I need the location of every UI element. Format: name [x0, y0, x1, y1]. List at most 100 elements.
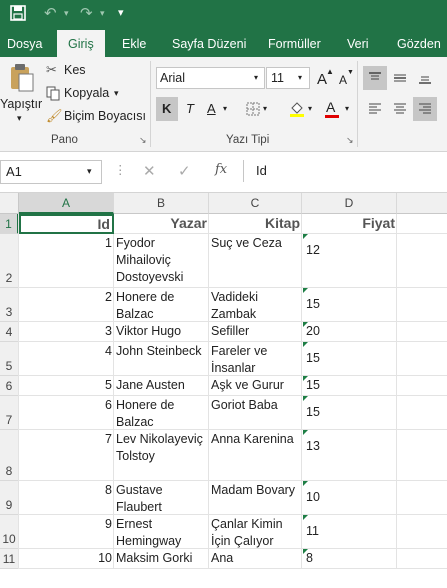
align-left-button[interactable] [363, 97, 387, 121]
redo-dropdown-icon[interactable]: ▾ [100, 8, 105, 19]
tab-veri[interactable]: Veri [347, 30, 369, 57]
header-cell-id[interactable]: Id [19, 214, 114, 234]
cell-yazar[interactable]: Jane Austen [116, 377, 185, 394]
cell-fiyat[interactable]: 15 [306, 377, 320, 394]
cell-yazar[interactable]: Tolstoy [116, 448, 155, 465]
align-right-button[interactable] [413, 97, 437, 121]
column-header-d[interactable]: D [302, 193, 397, 214]
header-cell-kitap[interactable]: Kitap [209, 215, 300, 232]
row-header[interactable]: 11 [0, 549, 19, 569]
tab-sayfa-duzeni[interactable]: Sayfa Düzeni [172, 30, 246, 57]
cell-kitap[interactable]: Zambak [211, 306, 256, 323]
cell-kitap[interactable]: Madam Bovary [211, 482, 295, 499]
font-name-select[interactable]: Arial ▾ [156, 67, 265, 89]
bold-button[interactable]: K [156, 97, 178, 121]
row-header[interactable]: 6 [0, 376, 19, 396]
cell-fiyat[interactable]: 10 [306, 489, 320, 506]
name-box[interactable]: A1 ▾ [0, 160, 102, 184]
cell-kitap[interactable]: Aşk ve Gurur [211, 377, 284, 394]
cell-yazar[interactable]: Ernest [116, 516, 152, 533]
cell-yazar[interactable]: Balzac [116, 306, 154, 323]
cell-fiyat[interactable]: 8 [306, 550, 313, 567]
column-header-e[interactable] [397, 193, 447, 214]
cell-yazar[interactable]: Lev Nikolayeviç [116, 431, 203, 448]
cell-kitap[interactable]: İçin Çalıyor [211, 533, 274, 550]
cell-id[interactable]: 2 [19, 289, 112, 306]
row-header[interactable]: 10 [0, 515, 19, 549]
row-header[interactable]: 4 [0, 322, 19, 342]
cell-yazar[interactable]: Gustave [116, 482, 163, 499]
cell-fiyat[interactable]: 15 [306, 350, 320, 367]
row-header[interactable]: 9 [0, 481, 19, 515]
insert-function-icon[interactable]: fx [215, 162, 227, 177]
cell-yazar[interactable]: Honere de [116, 289, 174, 306]
cell-id[interactable]: 7 [19, 431, 112, 448]
redo-icon[interactable]: ↷ [80, 4, 93, 22]
format-painter-button[interactable]: 🖌 Biçim Boyacısı [46, 108, 146, 126]
align-middle-button[interactable] [388, 66, 412, 90]
cell-id[interactable]: 4 [19, 343, 112, 360]
copy-dropdown-icon[interactable]: ▾ [114, 88, 119, 99]
tab-ekle[interactable]: Ekle [122, 30, 146, 57]
cell-yazar[interactable]: Hemingway [116, 533, 181, 550]
cell-id[interactable]: 8 [19, 482, 112, 499]
header-cell-yazar[interactable]: Yazar [114, 215, 207, 232]
cell-yazar[interactable]: John Steinbeck [116, 343, 201, 360]
row-header[interactable]: 1 [0, 214, 19, 234]
worksheet-grid[interactable]: A B C D 1 2 3 4 5 6 7 8 9 10 11 Id Yazar Kitap Fiyat 1 F… [0, 193, 447, 588]
column-header-b[interactable]: B [114, 193, 209, 214]
tab-giris[interactable]: Giriş [57, 30, 105, 57]
cell-fiyat[interactable]: 20 [306, 323, 320, 340]
cell-yazar[interactable]: Viktor Hugo [116, 323, 181, 340]
formula-input[interactable]: Id [243, 160, 447, 182]
paste-button[interactable]: Yapıştır ▾ [0, 61, 42, 127]
row-header[interactable]: 7 [0, 396, 19, 430]
save-icon[interactable] [10, 5, 26, 25]
cell-kitap[interactable]: Anna Karenina [211, 431, 294, 448]
cell-kitap[interactable]: Sefiller [211, 323, 249, 340]
cell-id[interactable]: 5 [19, 377, 112, 394]
tab-dosya[interactable]: Dosya [7, 30, 42, 57]
cell-fiyat[interactable]: 12 [306, 242, 320, 259]
cell-id[interactable]: 1 [19, 235, 112, 252]
column-header-a[interactable]: A [19, 193, 114, 214]
row-header[interactable]: 8 [0, 430, 19, 481]
cell-id[interactable]: 9 [19, 516, 112, 533]
cell-kitap[interactable]: Goriot Baba [211, 397, 278, 414]
cell-yazar[interactable]: Mihailoviç [116, 252, 171, 269]
select-all-corner[interactable] [0, 193, 19, 214]
cell-kitap[interactable]: Ana [211, 550, 233, 567]
cell-id[interactable]: 3 [19, 323, 112, 340]
align-top-button[interactable] [363, 66, 387, 90]
row-header[interactable]: 2 [0, 234, 19, 288]
enter-icon[interactable]: ✓ [178, 162, 191, 180]
column-header-c[interactable]: C [209, 193, 302, 214]
cell-fiyat[interactable]: 11 [306, 523, 319, 540]
cell-kitap[interactable]: Vadideki [211, 289, 258, 306]
clipboard-launcher-icon[interactable]: ↘ [139, 135, 147, 146]
cell-fiyat[interactable]: 15 [306, 404, 320, 421]
italic-button[interactable]: T [180, 97, 202, 121]
copy-button[interactable]: Kopyala ▾ [46, 85, 126, 103]
align-bottom-button[interactable] [413, 66, 437, 90]
font-launcher-icon[interactable]: ↘ [346, 135, 354, 146]
cell-yazar[interactable]: Honere de [116, 397, 174, 414]
header-cell-fiyat[interactable]: Fiyat [302, 215, 395, 232]
cell-kitap[interactable]: İnsanlar [211, 360, 255, 377]
shrink-font-button[interactable]: A ▼ [336, 68, 356, 90]
row-header[interactable]: 5 [0, 342, 19, 376]
undo-icon[interactable]: ↶ [44, 4, 57, 22]
cut-button[interactable]: ✂ Kes [46, 62, 96, 80]
align-center-button[interactable] [388, 97, 412, 121]
font-color-button[interactable]: A ▾ [322, 97, 356, 121]
grow-font-button[interactable]: A ▲ [314, 67, 334, 90]
borders-button[interactable]: ▾ [242, 97, 274, 121]
cancel-icon[interactable]: ✕ [143, 162, 156, 180]
cell-yazar[interactable]: Fyodor [116, 235, 155, 252]
customize-qat-icon[interactable]: ▾ [118, 6, 124, 19]
cell-fiyat[interactable]: 15 [306, 296, 320, 313]
tab-formuller[interactable]: Formüller [268, 30, 321, 57]
fill-color-button[interactable]: ▾ [285, 97, 319, 121]
cell-yazar[interactable]: Maksim Gorki [116, 550, 192, 567]
paste-dropdown-icon[interactable]: ▾ [17, 113, 22, 124]
